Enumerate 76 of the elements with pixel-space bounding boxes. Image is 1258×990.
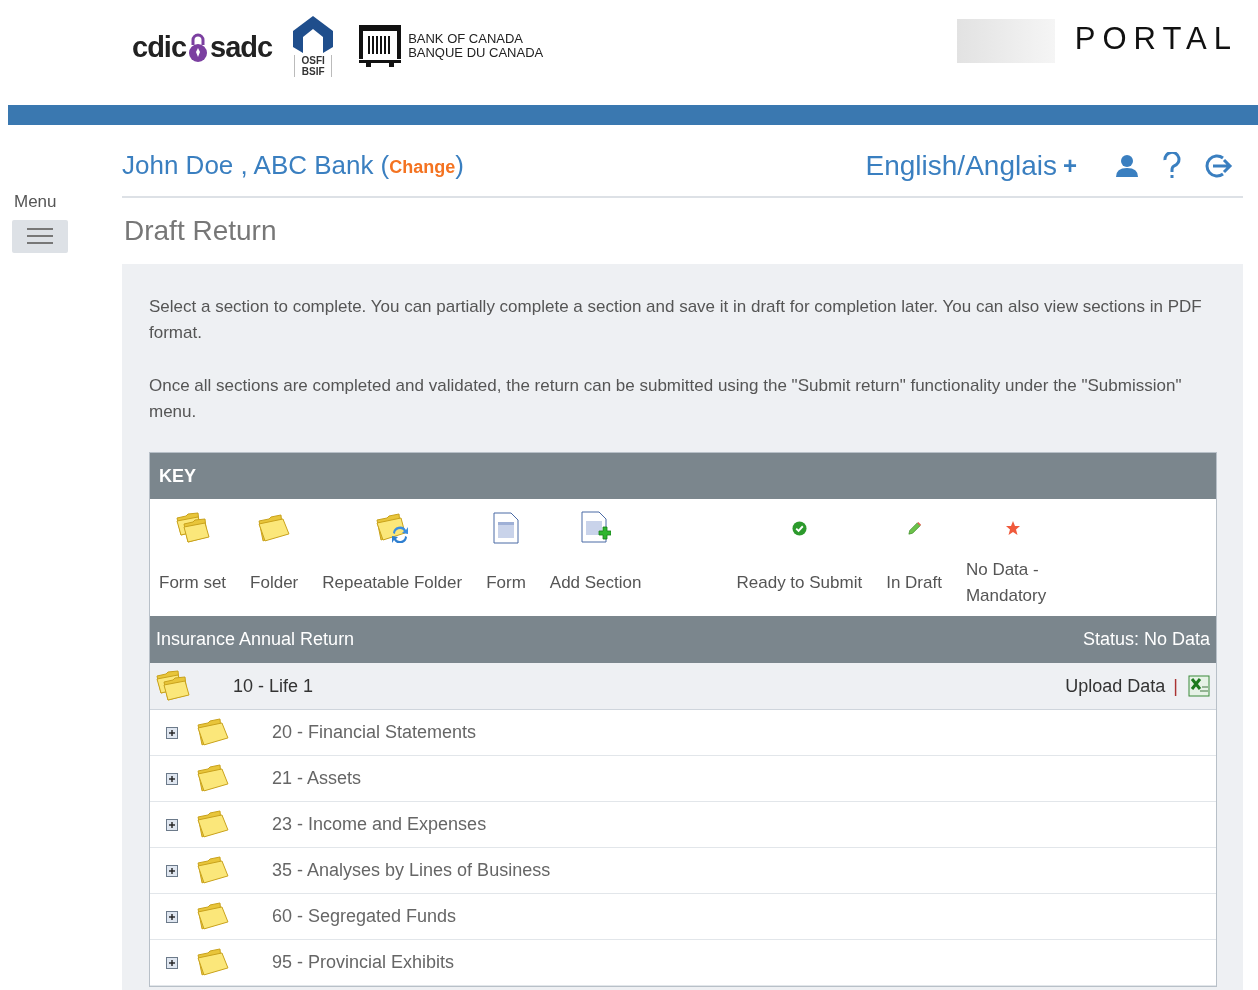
help-icon[interactable]: [1163, 151, 1181, 180]
plus-icon: [168, 958, 176, 967]
menu-button[interactable]: [12, 219, 68, 253]
expand-button[interactable]: [166, 772, 178, 785]
instruction-text: Select a section to complete. You can partially complete a section and save it in draft for completion later. You can also view sections in PDF format.: [149, 296, 1203, 344]
tree-row-label: 23 - Income and Expenses: [272, 813, 487, 836]
key-label: No Data - Mandatory: [965, 558, 1048, 607]
tree-root-label: 10 - Life 1: [233, 674, 314, 698]
key-label: Add Section: [549, 571, 642, 594]
bank-building-icon: [358, 23, 403, 68]
folder-icon: [257, 513, 292, 543]
menu-label: Menu: [14, 191, 57, 213]
folder-icon: [196, 718, 230, 747]
spreadsheet-icon[interactable]: [1188, 675, 1210, 697]
pencil-icon: [906, 520, 922, 536]
key-label: Ready to Submit: [736, 571, 863, 594]
folder-stack-icon: [175, 512, 210, 544]
portal-title: PORTAL: [1074, 20, 1238, 59]
check-circle-icon: [791, 520, 807, 536]
tree-row[interactable]: 60 - Segregated Funds: [150, 894, 1216, 940]
return-status: Status: No Data: [1082, 628, 1210, 651]
logo-text: BANK OF CANADA BANQUE DU CANADA: [408, 31, 544, 60]
key-title: KEY: [159, 464, 196, 488]
folder-icon: [196, 948, 230, 977]
user-icon[interactable]: [1115, 153, 1139, 178]
expand-button[interactable]: [166, 726, 178, 739]
paren: (: [380, 149, 390, 182]
page-title: Draft Return: [124, 214, 278, 248]
folder-icon: [196, 902, 230, 931]
return-title: Insurance Annual Return: [156, 628, 355, 651]
logo-text: sadc: [210, 29, 273, 65]
expand-button[interactable]: [166, 956, 178, 969]
tree-row[interactable]: 35 - Analyses by Lines of Business: [150, 848, 1216, 894]
logout-icon[interactable]: [1203, 152, 1233, 179]
folder-icon: [196, 856, 230, 885]
expand-button[interactable]: [166, 910, 178, 923]
expand-button[interactable]: [166, 864, 178, 877]
key-label: Repeatable Folder: [322, 571, 463, 594]
tree-row-label: 95 - Provincial Exhibits: [272, 951, 455, 974]
tree-row[interactable]: 95 - Provincial Exhibits: [150, 940, 1216, 986]
folder-stack-icon: [156, 670, 190, 702]
user-name: John Doe , ABC Bank: [122, 149, 374, 182]
tree-row[interactable]: 21 - Assets: [150, 756, 1216, 802]
tree-row-label: 60 - Segregated Funds: [272, 905, 457, 928]
tree-row-label: 21 - Assets: [272, 767, 362, 790]
key-label: Folder: [250, 571, 299, 594]
star-icon: [1004, 520, 1021, 536]
document-add-icon: [580, 511, 611, 545]
document-icon: [492, 512, 519, 544]
expand-button[interactable]: [166, 818, 178, 831]
separator: |: [1173, 674, 1178, 698]
folder-icon: [196, 810, 230, 839]
folder-refresh-icon: [375, 513, 410, 543]
tree-row[interactable]: 20 - Financial Statements: [150, 710, 1216, 756]
tree-row-label: 20 - Financial Statements: [272, 721, 477, 744]
logo-text: OSFI BSIF: [294, 54, 332, 77]
key-label: Form set: [159, 571, 227, 594]
instruction-text: Once all sections are completed and validated, the return can be submitted using the "Submit return" functionality under the "Submission" menu.: [149, 375, 1183, 423]
plus-icon: [168, 820, 176, 829]
padlock-icon: [188, 32, 209, 63]
key-label: In Draft: [886, 571, 942, 594]
logo-text: cdic: [132, 29, 187, 65]
key-label: Form: [486, 571, 526, 594]
plus-icon: [168, 774, 176, 783]
language-link[interactable]: English/Anglais: [865, 144, 1057, 187]
upload-data-link[interactable]: Upload Data: [1065, 672, 1166, 700]
plus-icon: [168, 912, 176, 921]
osfi-emblem-icon: [292, 14, 335, 55]
plus-icon: [168, 728, 176, 737]
folder-icon: [196, 764, 230, 793]
tree-row-label: 35 - Analyses by Lines of Business: [272, 859, 551, 882]
tree-row[interactable]: 23 - Income and Expenses: [150, 802, 1216, 848]
language-plus: +: [1063, 150, 1077, 181]
menu-icon: [27, 227, 53, 245]
paren: ): [455, 149, 464, 182]
plus-icon: [168, 866, 176, 875]
